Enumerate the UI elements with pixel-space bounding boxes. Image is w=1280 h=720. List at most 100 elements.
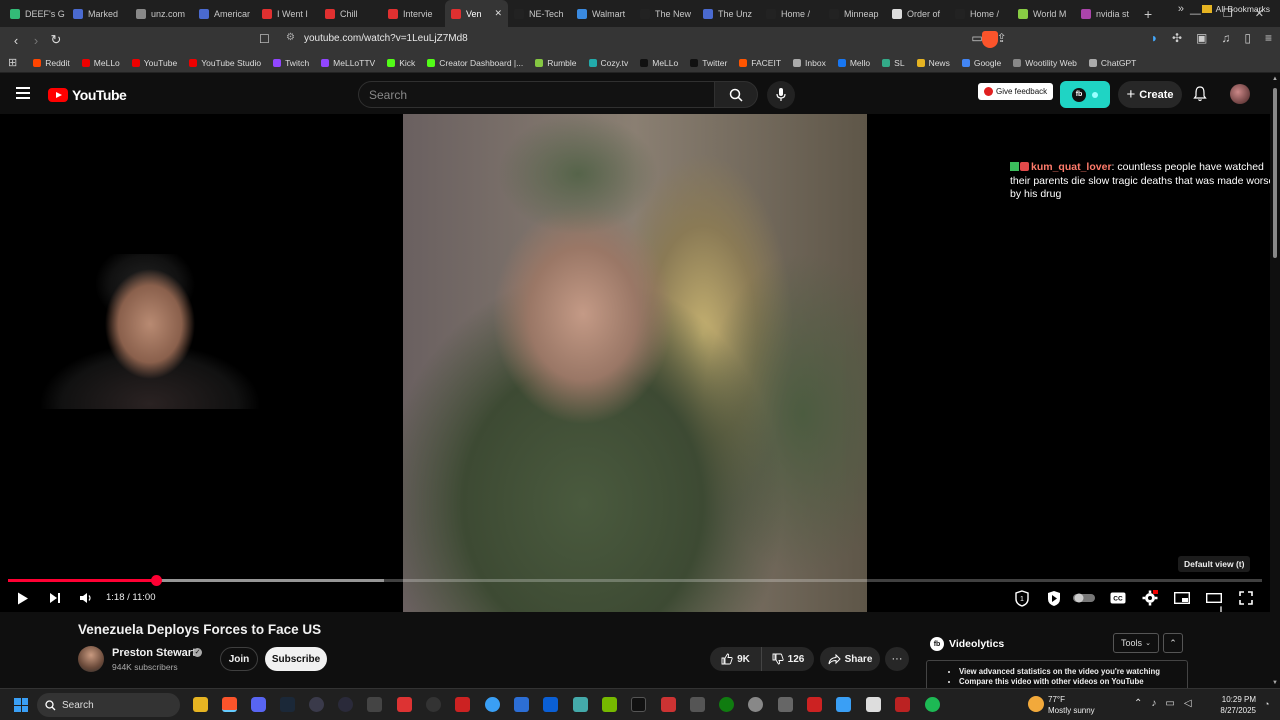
- video-player[interactable]: kum_quat_lover: countless people have wa…: [0, 114, 1270, 612]
- speaker-icon[interactable]: ◁: [1184, 698, 1192, 709]
- discord-icon[interactable]: [251, 697, 266, 712]
- search-input[interactable]: Search: [358, 81, 715, 108]
- notepad-icon[interactable]: [866, 697, 881, 712]
- url-field[interactable]: youtube.com/watch?v=1LeuLjZ7Md8: [304, 33, 468, 44]
- game-app-icon[interactable]: [807, 697, 822, 712]
- bookmark-item[interactable]: SL: [882, 58, 905, 68]
- browser-tab[interactable]: I Went I: [256, 0, 319, 27]
- edge-icon[interactable]: [485, 697, 500, 712]
- play-button[interactable]: [14, 588, 32, 608]
- browser-tab[interactable]: Intervie: [382, 0, 445, 27]
- bookmark-item[interactable]: Rumble: [535, 58, 577, 68]
- bookmarks-overflow-button[interactable]: »: [1178, 3, 1184, 15]
- steam-icon[interactable]: [280, 697, 295, 712]
- monitor-icon[interactable]: ▭: [1165, 698, 1174, 709]
- bookmark-item[interactable]: YouTube: [131, 58, 177, 68]
- rockstar-icon[interactable]: [661, 697, 676, 712]
- browser-tab[interactable]: World M: [1012, 0, 1075, 27]
- scrollbar-thumb[interactable]: [1273, 88, 1277, 258]
- more-actions-button[interactable]: ···: [885, 647, 909, 671]
- xbox-icon[interactable]: [719, 697, 734, 712]
- bookmark-item[interactable]: YouTube Studio: [189, 58, 261, 68]
- scroll-up-arrow-icon[interactable]: ▲: [1272, 76, 1278, 82]
- spotify-icon[interactable]: [925, 697, 940, 712]
- menu-icon[interactable]: ≡: [1265, 31, 1272, 45]
- youtube-logo[interactable]: YouTube: [48, 87, 127, 103]
- browser-tab[interactable]: Home /: [760, 0, 823, 27]
- browser-tab[interactable]: DEEF's G: [4, 0, 67, 27]
- bookmark-icon[interactable]: ☐: [259, 32, 270, 46]
- notification-bell-icon[interactable]: ◔: [1264, 699, 1269, 709]
- videolytics-collapse-button[interactable]: ⌃: [1163, 633, 1183, 653]
- apps-grid-icon[interactable]: ⊞: [8, 56, 17, 69]
- back-arrow-icon[interactable]: ‹: [6, 33, 26, 48]
- channel-avatar[interactable]: [78, 646, 104, 672]
- hamburger-menu-icon[interactable]: [16, 87, 30, 99]
- browser-tab[interactable]: nvidia st: [1075, 0, 1138, 27]
- translate-icon[interactable]: ▭: [971, 31, 982, 45]
- notifications-bell-icon[interactable]: [1193, 86, 1207, 107]
- browser-tab[interactable]: NE-Tech: [508, 0, 571, 27]
- bookmark-item[interactable]: Reddit: [33, 58, 70, 68]
- miniplayer-button[interactable]: [1172, 588, 1192, 608]
- minimize-button[interactable]: —: [1190, 8, 1201, 20]
- new-tab-button[interactable]: +: [1144, 6, 1152, 22]
- obs-icon[interactable]: [426, 697, 441, 712]
- browser-tab[interactable]: Chill: [319, 0, 382, 27]
- share-button[interactable]: Share: [820, 647, 880, 671]
- app-icon-2[interactable]: [690, 697, 705, 712]
- extensions-puzzle-icon[interactable]: ✣: [1172, 31, 1182, 45]
- forward-arrow-icon[interactable]: ›: [26, 33, 46, 48]
- channel-name[interactable]: Preston Stewart: [112, 647, 196, 659]
- extension-2-button[interactable]: [1044, 588, 1064, 608]
- captions-button[interactable]: CC: [1108, 588, 1128, 608]
- browser-tab[interactable]: Minneap: [823, 0, 886, 27]
- bookmark-item[interactable]: ChatGPT: [1088, 58, 1136, 68]
- autoplay-toggle[interactable]: [1072, 588, 1096, 608]
- brave-browser-icon[interactable]: [222, 697, 237, 712]
- bookmark-item[interactable]: MeLLoTTV: [321, 58, 375, 68]
- 4k-app-icon[interactable]: [309, 697, 324, 712]
- bookmark-item[interactable]: Twitch: [273, 58, 309, 68]
- chrome-app-icon[interactable]: [573, 697, 588, 712]
- browser-tab[interactable]: Walmart: [571, 0, 634, 27]
- bookmark-item[interactable]: News: [916, 58, 950, 68]
- subscribe-button[interactable]: Subscribe: [265, 647, 327, 671]
- bookmark-item[interactable]: Creator Dashboard |...: [427, 58, 523, 68]
- extension-toggle-button[interactable]: fb: [1060, 81, 1110, 108]
- bookmark-item[interactable]: Twitter: [690, 58, 727, 68]
- volume-button[interactable]: [77, 588, 95, 608]
- calculator-app-icon[interactable]: [397, 697, 412, 712]
- site-info-icon[interactable]: ⚙: [286, 32, 295, 43]
- blue-app-icon[interactable]: [514, 697, 529, 712]
- bookmark-item[interactable]: Cozy.tv: [588, 58, 628, 68]
- bookmark-item[interactable]: Google: [961, 58, 1001, 68]
- malwarebytes-icon[interactable]: [543, 697, 558, 712]
- sidebar-icon[interactable]: ▯: [1244, 31, 1251, 45]
- bookmark-item[interactable]: FACEIT: [739, 58, 781, 68]
- epic-games-icon[interactable]: [631, 697, 646, 712]
- taskbar-search-box[interactable]: Search: [37, 693, 180, 717]
- taskbar-clock[interactable]: 10:29 PM 8/27/2025: [1210, 694, 1256, 716]
- scroll-down-arrow-icon[interactable]: ▼: [1272, 680, 1278, 686]
- windows-start-icon[interactable]: [14, 698, 28, 712]
- next-button[interactable]: [46, 588, 64, 608]
- browser-tab[interactable]: Americar: [193, 0, 256, 27]
- app-icon-5[interactable]: [895, 697, 910, 712]
- media-icon[interactable]: ♫: [1221, 31, 1230, 45]
- dislike-button[interactable]: 126: [762, 647, 814, 671]
- join-button[interactable]: Join: [220, 647, 258, 671]
- search-button[interactable]: [715, 81, 758, 108]
- settings-app-icon[interactable]: [748, 697, 763, 712]
- bookmark-item[interactable]: Mello: [837, 58, 870, 68]
- reload-icon[interactable]: ↻: [46, 32, 66, 48]
- browser-tab[interactable]: The New: [634, 0, 697, 27]
- chevron-up-icon[interactable]: ⌃: [1134, 698, 1142, 709]
- media-app-icon[interactable]: [338, 697, 353, 712]
- user-avatar[interactable]: [1230, 84, 1250, 104]
- app-icon[interactable]: [367, 697, 382, 712]
- share-page-icon[interactable]: ⇪: [997, 31, 1007, 45]
- app-icon-4[interactable]: [836, 697, 851, 712]
- create-button[interactable]: + Create: [1118, 81, 1182, 108]
- give-feedback-button[interactable]: Give feedback: [978, 83, 1054, 100]
